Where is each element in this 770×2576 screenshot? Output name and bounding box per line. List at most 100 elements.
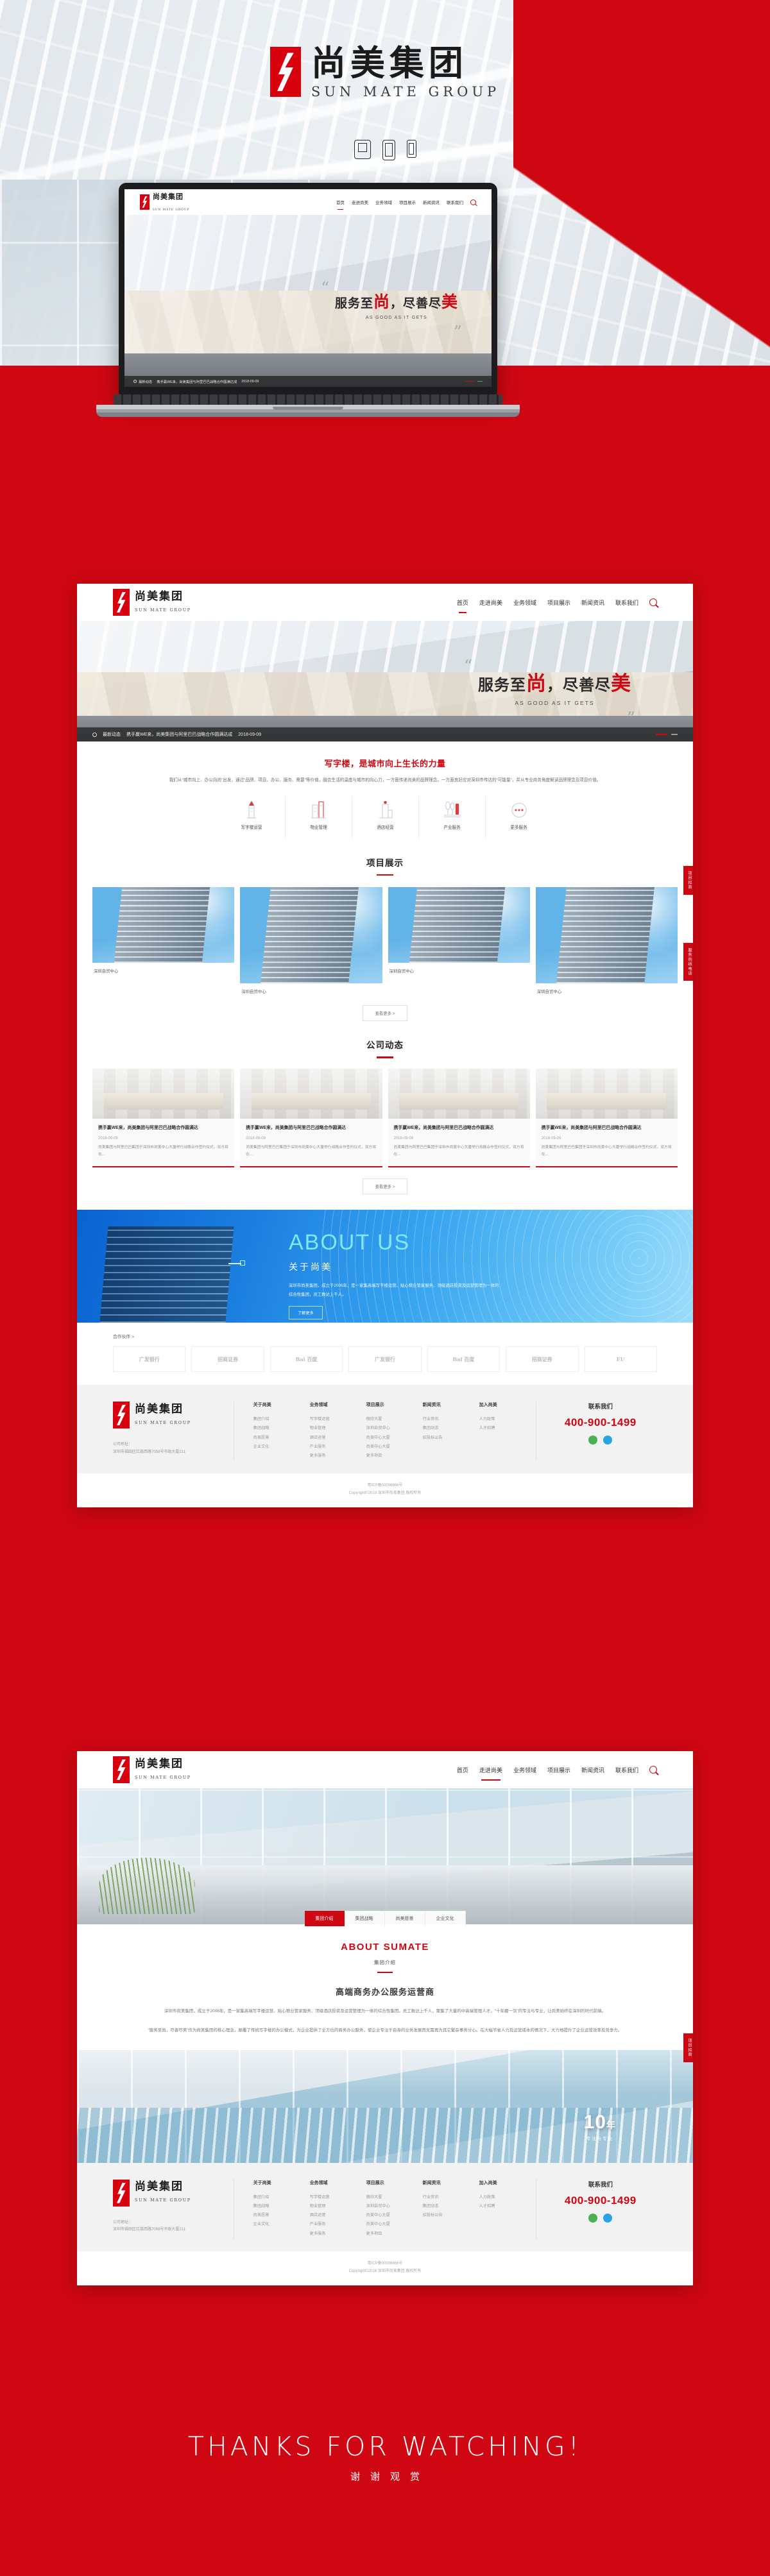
mini-news-ticker[interactable]: 最新动态 携手赢WE来，尚美集团与阿里巴巴战略合作圆满达成 2018-09-09 [124, 376, 492, 387]
partner-logo[interactable]: 招商证券 [191, 1346, 264, 1373]
about-sub-tabs[interactable]: 集团介绍 集团战略 尚美愿景 企业文化 [77, 1911, 693, 1926]
mini-nav-item-1[interactable]: 走进尚美 [352, 199, 368, 205]
partner-logo[interactable]: Bai 百度 [270, 1346, 343, 1373]
footer-link[interactable]: 傲欣大厦 [366, 1415, 423, 1424]
footer-link[interactable]: 物业管理 [310, 2202, 366, 2211]
main-nav[interactable]: 首页 走进尚美 业务领域 项目展示 新闻资讯 联系我们 [457, 1766, 657, 1781]
footer-link[interactable]: 深圳自贸中心 [366, 2202, 423, 2211]
footer-link[interactable]: 酒店运营 [310, 2211, 366, 2220]
site-logo[interactable]: 尚美集团 SUN MATE GROUP [113, 1756, 191, 1783]
footer-link[interactable]: 行业资讯 [423, 2193, 479, 2202]
partner-logo[interactable]: 广发银行 [113, 1346, 186, 1373]
nav-item-about[interactable]: 走进尚美 [479, 1766, 502, 1781]
nav-item-home[interactable]: 首页 [457, 1766, 468, 1774]
service-item-more[interactable]: 更多服务 [485, 795, 552, 839]
footer-link[interactable]: 集团战略 [253, 2202, 310, 2211]
footer-link[interactable]: 集团战略 [253, 1424, 310, 1433]
footer-link[interactable]: 招投标公告 [423, 2211, 479, 2220]
footer-link[interactable]: 尚美中心大厦 [366, 2211, 423, 2220]
service-item-industry[interactable]: 产业服务 [418, 795, 485, 839]
footer-logo[interactable]: 尚美集团 SUN MATE GROUP [113, 2179, 234, 2207]
partner-logo[interactable]: 广发银行 [348, 1346, 422, 1373]
about-more-button[interactable]: 了解更多 [289, 1306, 323, 1320]
footer-link[interactable]: 行业资讯 [423, 1415, 479, 1424]
footer-link[interactable]: 更多项目 [366, 2230, 423, 2239]
footer-link[interactable]: 尚美愿景 [253, 1434, 310, 1443]
footer-link[interactable]: 集团介绍 [253, 1415, 310, 1424]
mini-nav[interactable]: 首页 走进尚美 业务领域 项目展示 新闻资讯 联系我们 [336, 199, 476, 210]
footer-link[interactable]: 人力政策 [479, 1415, 536, 1424]
news-ticker-text[interactable]: 携手赢WE来，尚美集团与阿里巴巴战略合作圆满达成 [126, 731, 232, 738]
footer-link[interactable]: 尚美中心大厦 [366, 1443, 423, 1452]
footer-link[interactable]: 招投标公告 [423, 1434, 479, 1443]
footer-link[interactable]: 写字楼运营 [310, 2193, 366, 2202]
nav-item-contact[interactable]: 联系我们 [615, 598, 638, 607]
wechat-icon[interactable] [588, 1436, 598, 1445]
nav-item-business[interactable]: 业务领域 [513, 598, 536, 607]
news-card[interactable]: 携手赢WE来，尚美集团与阿里巴巴战略合作圆满达 2018-09-09 尚美集团与… [92, 1069, 235, 1168]
sub-tab-vision[interactable]: 尚美愿景 [384, 1911, 425, 1926]
footer-link[interactable]: 企业文化 [253, 1443, 310, 1452]
sub-tab-intro[interactable]: 集团介绍 [304, 1911, 345, 1926]
project-card[interactable]: 深圳自贸中心 [388, 887, 530, 974]
search-icon[interactable] [470, 199, 476, 205]
main-nav[interactable]: 首页 走进尚美 业务领域 项目展示 新闻资讯 联系我们 [457, 598, 657, 613]
nav-item-about[interactable]: 走进尚美 [479, 598, 502, 607]
service-item-hotel[interactable]: 酒店经营 [352, 795, 418, 839]
project-card[interactable]: 深圳自贸中心 [92, 887, 235, 974]
side-tab-projects[interactable]: 项目招商 [683, 2033, 693, 2062]
qq-icon[interactable] [603, 1436, 613, 1445]
side-tab-projects[interactable]: 项目招商 [683, 866, 693, 895]
footer-link[interactable]: 更多服务 [310, 1452, 366, 1461]
news-card[interactable]: 携手赢WE来，尚美集团与阿里巴巴战略合作圆满达 2018-09-09 尚美集团与… [240, 1069, 382, 1168]
footer-link[interactable]: 傲欣大厦 [366, 2193, 423, 2202]
projects-more-button[interactable]: 查看更多 > [363, 1005, 407, 1022]
site-logo[interactable]: 尚美集团 SUN MATE GROUP [113, 589, 191, 616]
mini-nav-item-0[interactable]: 首页 [336, 199, 345, 210]
footer-link[interactable]: 产业服务 [310, 2220, 366, 2229]
nav-item-home[interactable]: 首页 [457, 598, 468, 613]
partner-logo[interactable]: Bai 百度 [427, 1346, 501, 1373]
project-card[interactable]: 深圳自贸中心 [240, 887, 382, 994]
search-icon[interactable] [649, 1766, 657, 1774]
footer-link[interactable]: 企业文化 [253, 2220, 310, 2229]
qq-icon[interactable] [603, 2213, 613, 2223]
mini-nav-item-2[interactable]: 业务领域 [375, 199, 392, 205]
nav-item-projects[interactable]: 项目展示 [547, 598, 570, 607]
nav-item-news[interactable]: 新闻资讯 [581, 598, 604, 607]
footer-link[interactable]: 产业服务 [310, 1443, 366, 1452]
nav-item-business[interactable]: 业务领域 [513, 1766, 536, 1774]
slider-indicator[interactable] [656, 734, 678, 735]
nav-item-contact[interactable]: 联系我们 [615, 1766, 638, 1774]
footer-link[interactable]: 更多项目 [366, 1452, 423, 1461]
mini-nav-item-4[interactable]: 新闻资讯 [423, 199, 440, 205]
sub-tab-culture[interactable]: 企业文化 [425, 1911, 466, 1926]
news-card[interactable]: 携手赢WE来，尚美集团与阿里巴巴战略合作圆满达 2018-09-09 尚美集团与… [535, 1069, 678, 1168]
news-card[interactable]: 携手赢WE来，尚美集团与阿里巴巴战略合作圆满达 2018-09-09 尚美集团与… [388, 1069, 530, 1168]
side-tab-hotline[interactable]: 服务热线电话 [683, 943, 693, 981]
news-more-button[interactable]: 查看更多 > [363, 1178, 407, 1195]
mini-nav-item-3[interactable]: 项目展示 [399, 199, 416, 205]
service-item-office[interactable]: 写字楼运营 [218, 796, 285, 839]
nav-item-news[interactable]: 新闻资讯 [581, 1766, 604, 1774]
footer-link[interactable]: 人才招聘 [479, 1424, 536, 1433]
footer-link[interactable]: 更多服务 [310, 2230, 366, 2239]
footer-link[interactable]: 人力政策 [479, 2193, 536, 2202]
footer-link[interactable]: 尚美中心大厦 [366, 2220, 423, 2229]
nav-item-projects[interactable]: 项目展示 [547, 1766, 570, 1774]
footer-link[interactable]: 尚美中心大厦 [366, 1434, 423, 1443]
footer-link[interactable]: 写字楼运营 [310, 1415, 366, 1424]
footer-link[interactable]: 尚美愿景 [253, 2211, 310, 2220]
sub-tab-strategy[interactable]: 集团战略 [344, 1911, 385, 1926]
footer-link[interactable]: 物业管理 [310, 1424, 366, 1433]
project-card[interactable]: 深圳自贸中心 [535, 887, 678, 994]
footer-link[interactable]: 集团动态 [423, 2202, 479, 2211]
footer-logo[interactable]: 尚美集团 SUN MATE GROUP [113, 1402, 234, 1429]
partner-logo[interactable]: 招商证券 [506, 1346, 579, 1373]
news-ticker-text[interactable]: 携手赢WE来，尚美集团与阿里巴巴战略合作圆满达成 [157, 379, 237, 384]
footer-link[interactable]: 人才招聘 [479, 2202, 536, 2211]
search-icon[interactable] [649, 598, 657, 606]
partner-logo[interactable]: EU [584, 1346, 657, 1373]
service-item-property[interactable]: 物业管理 [285, 795, 352, 839]
wechat-icon[interactable] [588, 2213, 598, 2223]
